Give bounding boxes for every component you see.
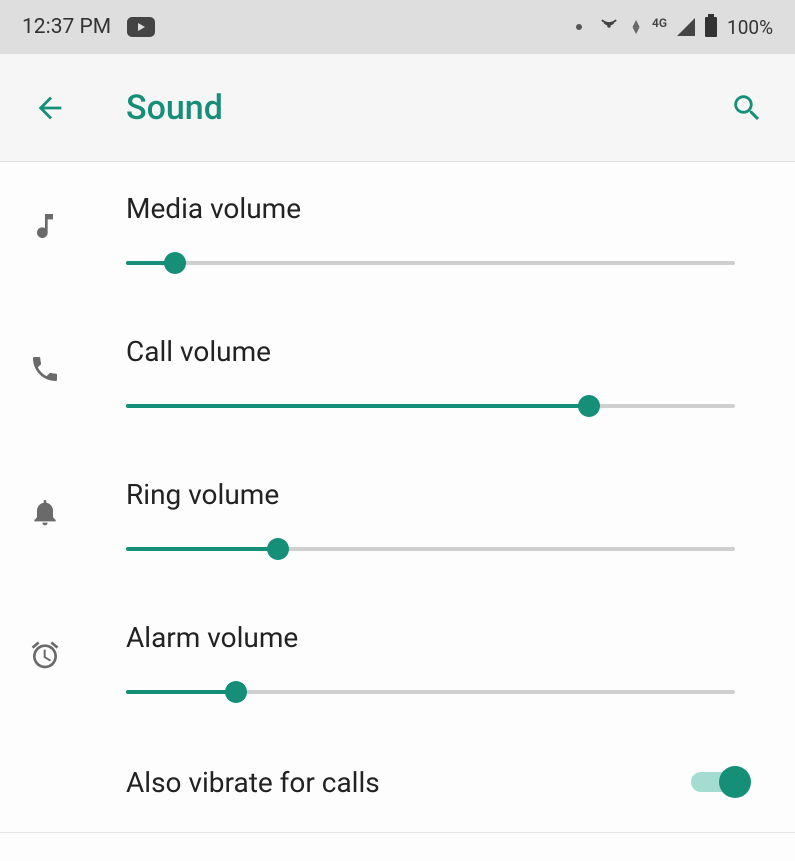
notification-dot-icon — [576, 24, 582, 30]
volume-label: Alarm volume — [126, 621, 735, 654]
volume-item-call: Call volume — [0, 305, 795, 448]
signal-icon — [677, 18, 695, 36]
page-title: Sound — [126, 88, 727, 128]
divider — [0, 832, 795, 833]
youtube-icon — [127, 17, 155, 37]
status-right: ▲▼ 4G 100% — [576, 14, 773, 41]
call-volume-slider[interactable] — [126, 394, 735, 418]
volume-label: Media volume — [126, 192, 735, 225]
ring-volume-slider[interactable] — [126, 537, 735, 561]
alarm-volume-slider[interactable] — [126, 680, 735, 704]
alarm-clock-icon — [22, 621, 68, 671]
music-note-icon — [22, 192, 68, 242]
battery-text: 100% — [727, 16, 773, 39]
phone-icon — [22, 335, 68, 385]
content-area[interactable]: Media volume Call volume Ring vo — [0, 162, 795, 861]
volume-item-alarm: Alarm volume — [0, 591, 795, 734]
battery-icon — [705, 17, 717, 37]
media-volume-slider[interactable] — [126, 251, 735, 275]
app-bar: Sound — [0, 54, 795, 162]
volume-label: Ring volume — [126, 478, 735, 511]
search-button[interactable] — [727, 88, 767, 128]
status-left: 12:37 PM — [22, 15, 155, 39]
hotspot-icon — [598, 14, 620, 41]
bell-icon — [22, 478, 68, 528]
toggle-label: Also vibrate for calls — [126, 766, 691, 799]
volume-label: Call volume — [126, 335, 735, 368]
search-icon — [730, 91, 764, 125]
toggle-item-vibrate: Also vibrate for calls — [0, 734, 795, 830]
vibrate-switch[interactable] — [691, 764, 747, 800]
network-label: 4G — [652, 16, 667, 30]
status-bar: 12:37 PM ▲▼ 4G 100% — [0, 0, 795, 54]
volume-item-ring: Ring volume — [0, 448, 795, 591]
data-arrows-icon: ▲▼ — [630, 20, 642, 34]
volume-item-media: Media volume — [0, 162, 795, 305]
status-time: 12:37 PM — [22, 15, 111, 39]
back-button[interactable] — [30, 88, 70, 128]
arrow-back-icon — [33, 91, 67, 125]
